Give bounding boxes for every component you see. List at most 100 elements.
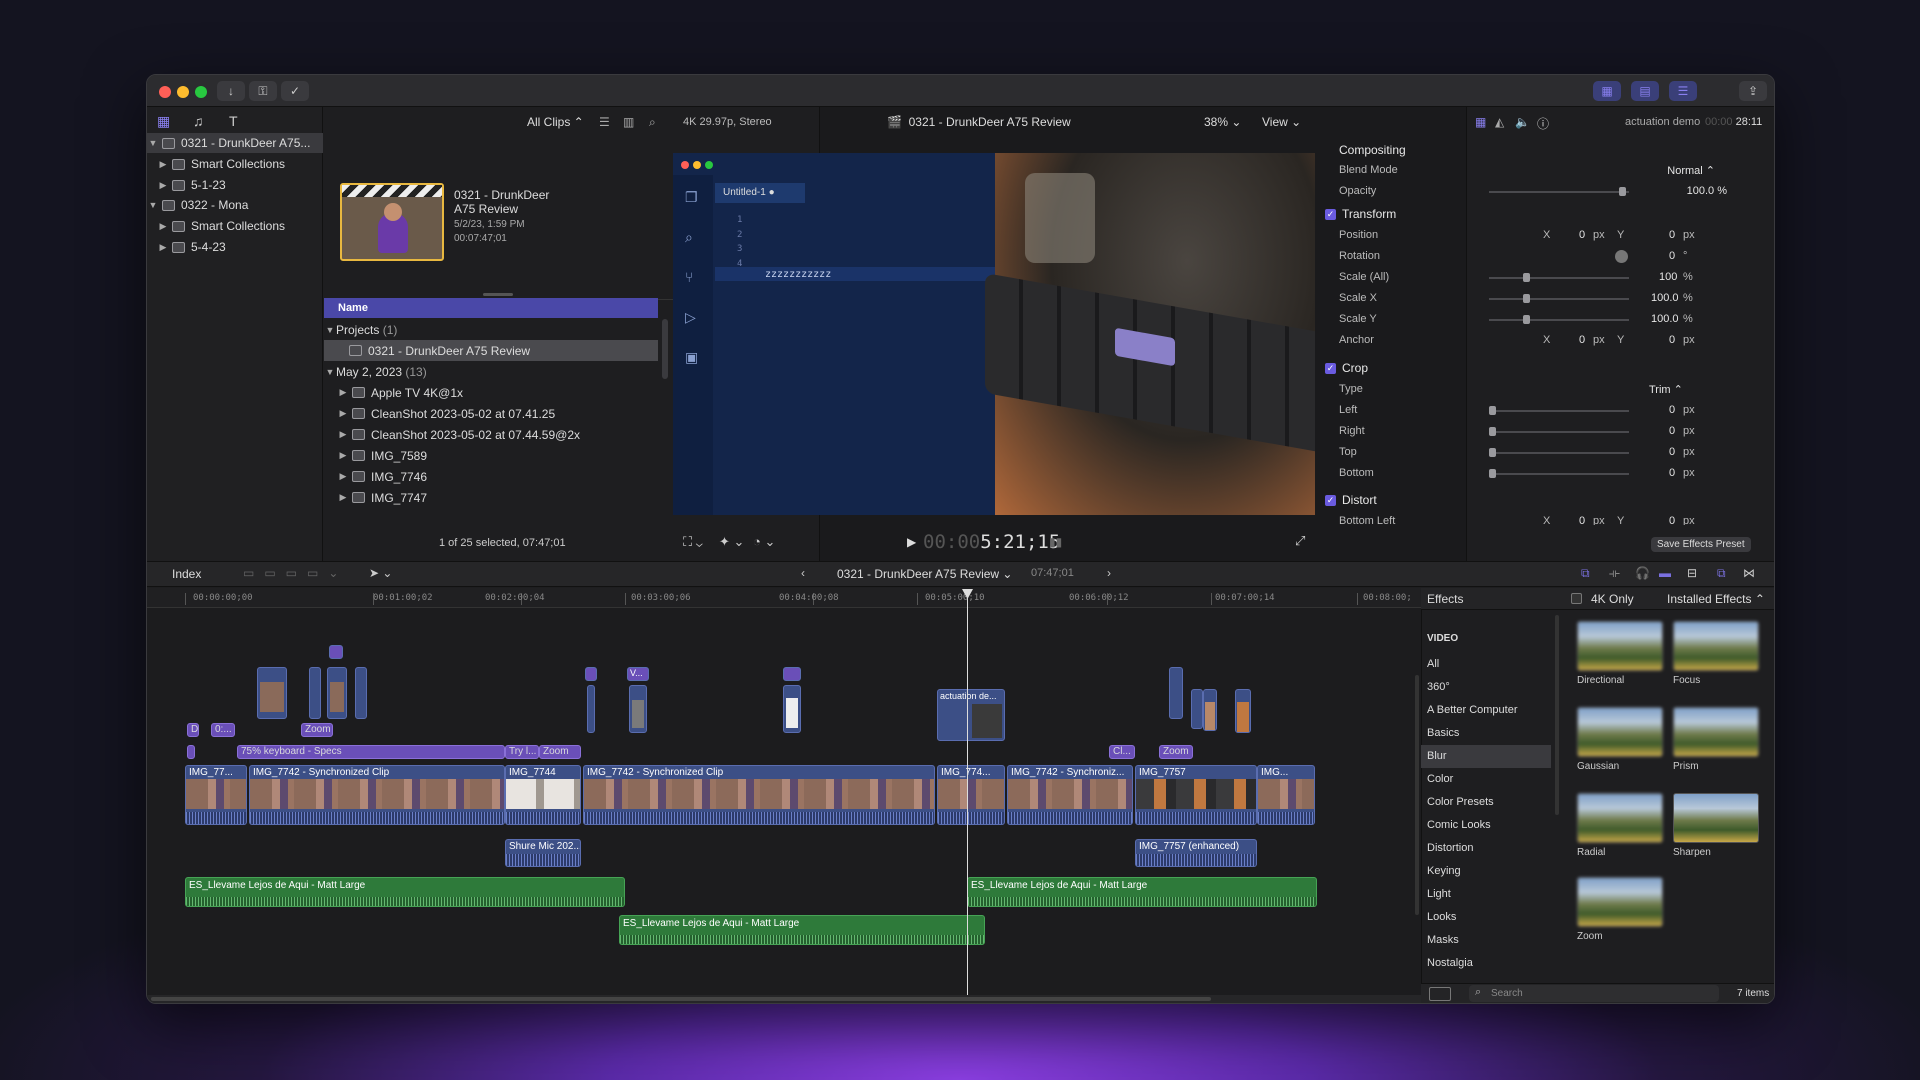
zoom-title-clip[interactable]: Zoom [539, 745, 581, 759]
primary-clip[interactable]: IMG_7742 - Synchroniz... [1007, 765, 1133, 825]
enhance-tool-icon[interactable]: ✦ ⌄ [719, 534, 744, 550]
effects-category-item[interactable]: Blur [1421, 745, 1551, 768]
connected-clip[interactable] [1203, 689, 1217, 731]
effects-category-item[interactable]: Color [1421, 768, 1551, 791]
crop-left-knob[interactable] [1489, 406, 1496, 415]
effects-category-item[interactable]: Comic Looks [1421, 814, 1551, 837]
connected-clip-actuation[interactable]: actuation de... [937, 689, 1005, 741]
crop-type-row[interactable]: Type Trim ⌃ [1339, 379, 1763, 400]
blend-mode-row[interactable]: Blend Mode Normal ⌃ [1339, 160, 1763, 181]
audio-skimming-icon[interactable]: ⟛ [1609, 566, 1620, 581]
scale-all-slider[interactable] [1489, 277, 1629, 279]
crop-right-row[interactable]: Right 0 px [1339, 421, 1763, 442]
bottom-left-row[interactable]: Bottom Left X 0 px Y 0 px [1339, 511, 1763, 525]
effects-category-item[interactable]: Keying [1421, 860, 1551, 883]
inspector-toggle-icon[interactable]: ☰ [1669, 81, 1697, 101]
scale-all-knob[interactable] [1523, 273, 1530, 282]
music-clip[interactable]: ES_Llevame Lejos de Aqui - Matt Large [619, 915, 985, 945]
info-inspector-icon[interactable]: ⓘ [1537, 115, 1549, 132]
browser-toggle-icon[interactable]: ▦ [1593, 81, 1621, 101]
fullscreen-icon[interactable]: ⤢ [1295, 533, 1305, 549]
effect-sharpen[interactable]: Sharpen [1673, 793, 1759, 858]
transform-tool-icon[interactable]: ⛶ ⌄ [683, 534, 703, 550]
audio-inspector-icon[interactable]: 🔈 [1515, 115, 1530, 129]
effect-radial[interactable]: Radial [1577, 793, 1663, 858]
transitions-browser-icon[interactable]: ⋈ [1743, 566, 1755, 580]
primary-clip[interactable]: IMG_7742 - Synchronized Clip [249, 765, 505, 825]
compositing-section[interactable]: Compositing [1339, 139, 1774, 161]
crop-left-slider[interactable] [1489, 410, 1629, 412]
effect-zoom[interactable]: Zoom [1577, 877, 1663, 942]
resize-handle[interactable] [483, 293, 513, 296]
effect-focus[interactable]: Focus [1673, 621, 1759, 686]
keywords-icon[interactable]: ⚿ [249, 81, 277, 101]
rotation-dial[interactable] [1615, 250, 1628, 263]
connected-clip[interactable] [1235, 689, 1251, 733]
anchor-row[interactable]: Anchor X 0 px Y 0 px [1339, 330, 1763, 351]
group-row[interactable]: ▼ Projects (1) [324, 319, 658, 340]
effects-category-item[interactable]: Looks [1421, 906, 1551, 929]
libraries-icon[interactable]: ▦ [157, 113, 170, 130]
retime-tool-icon[interactable]: ◔ ⌄ [753, 534, 775, 550]
title-clip[interactable]: Try l... [505, 745, 539, 759]
scale-y-row[interactable]: Scale Y 100.0% [1339, 309, 1763, 330]
clip-appearance-icon[interactable]: ⧉ [1581, 566, 1590, 581]
video-canvas[interactable]: ❐ ⌕ ⑂ ▷ ▣ Untitled-1 ● 1 2 3 4 5 zzzzzzz… [673, 153, 1315, 515]
clip-filter-dropdown[interactable]: All Clips ⌃ [527, 115, 584, 129]
title-clip[interactable] [783, 667, 801, 681]
clip-row[interactable]: ▶ CleanShot 2023-05-02 at 07.44.59@2x [337, 424, 671, 445]
position-row[interactable]: Position X 0 px Y 0 px [1339, 225, 1763, 246]
clip-row[interactable]: ▶ Apple TV 4K@1x [337, 382, 671, 403]
timeline-toggle-icon[interactable]: ▤ [1631, 81, 1659, 101]
snapping-icon[interactable]: ▬ [1659, 566, 1671, 580]
primary-clip[interactable]: IMG_7757 [1135, 765, 1257, 825]
zoom-window-button[interactable] [195, 86, 207, 98]
filmstrip-icon[interactable]: ▥ [623, 115, 634, 129]
crop-top-row[interactable]: Top 0 px [1339, 442, 1763, 463]
effects-category-item[interactable]: Light [1421, 883, 1551, 906]
history-forward-icon[interactable]: › [1107, 566, 1111, 580]
save-effects-preset-button[interactable]: Save Effects Preset [1651, 537, 1751, 552]
zoom-title-clip[interactable]: Zoom [301, 723, 333, 737]
zoom-title-clip[interactable]: Zoom [1159, 745, 1193, 759]
audio-connected-clip[interactable]: IMG_7757 (enhanced) [1135, 839, 1257, 867]
project-thumbnail[interactable] [340, 183, 444, 261]
crop-checkbox[interactable]: ✓ [1325, 362, 1336, 374]
title-clip[interactable] [187, 745, 195, 759]
connected-clip[interactable] [309, 667, 321, 719]
zoom-dropdown[interactable]: 38% ⌄ [1204, 115, 1241, 129]
scale-x-row[interactable]: Scale X 100.0% [1339, 288, 1763, 309]
effect-gaussian[interactable]: Gaussian [1577, 707, 1663, 772]
effects-category-item[interactable]: A Better Computer [1421, 699, 1551, 722]
connected-clip[interactable] [1169, 667, 1183, 719]
clip-row[interactable]: ▶ IMG_7589 [337, 445, 671, 466]
project-row[interactable]: 0321 - DrunkDeer A75 Review [324, 340, 658, 361]
crop-top-slider[interactable] [1489, 452, 1629, 454]
crop-right-knob[interactable] [1489, 427, 1496, 436]
effects-category-item[interactable]: Masks [1421, 929, 1551, 952]
video-inspector-icon[interactable]: ▦ [1475, 115, 1486, 129]
timecode-display[interactable]: 00:005:21;15 [923, 531, 1060, 553]
transform-section[interactable]: ✓ Transform [1325, 203, 1765, 225]
library-item[interactable]: ▼ 0321 - DrunkDeer A75... [147, 133, 323, 153]
effects-category-item[interactable]: 360° [1421, 676, 1551, 699]
crop-section[interactable]: ✓ Crop [1325, 357, 1765, 379]
search-icon[interactable]: ⌕ [649, 115, 656, 130]
library-item[interactable]: ▶ Smart Collections [147, 216, 323, 236]
play-button[interactable]: ▶ [907, 535, 916, 549]
effects-browser-icon[interactable]: ⧉ [1717, 566, 1726, 581]
library-item[interactable]: ▶ Smart Collections [147, 154, 323, 174]
library-item[interactable]: ▼ 0322 - Mona [147, 195, 323, 215]
crop-bottom-row[interactable]: Bottom 0 px [1339, 463, 1763, 484]
4k-only-checkbox[interactable] [1571, 593, 1582, 604]
crop-type-dropdown[interactable]: Trim ⌃ [1649, 383, 1683, 396]
installed-effects-dropdown[interactable]: Installed Effects ⌃ [1667, 592, 1765, 606]
effect-directional[interactable]: Directional [1577, 621, 1663, 686]
effects-category-item[interactable]: Color Presets [1421, 791, 1551, 814]
import-icon[interactable]: ↓ [217, 81, 245, 101]
connected-clip[interactable] [1191, 689, 1203, 729]
edit-buttons-icon[interactable]: ▭▭▭▭⌄ [243, 566, 348, 580]
effects-category-item[interactable]: All [1421, 653, 1551, 676]
primary-clip[interactable]: IMG_774... [937, 765, 1005, 825]
position-x-field[interactable]: 0 [1579, 229, 1585, 241]
